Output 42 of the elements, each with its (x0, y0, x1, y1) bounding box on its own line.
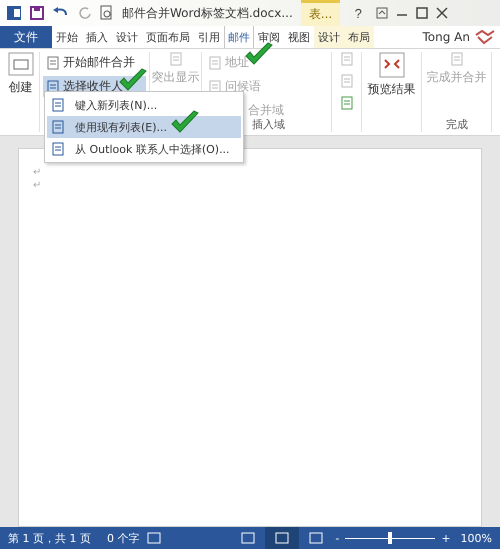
word-logo-icon[interactable] (6, 5, 22, 21)
menu-item[interactable]: 键入新列表(N)... (47, 94, 241, 116)
ribbon-display-icon[interactable] (376, 7, 388, 19)
preview-results-icon (378, 52, 404, 78)
contextual-tab-title: 表... (300, 0, 340, 26)
window-title: 邮件合并Word标签文档.docx... (122, 4, 293, 22)
document-icon (208, 56, 222, 70)
zoom-level[interactable]: 100% (452, 532, 500, 544)
zoom-in-button[interactable]: + (439, 532, 453, 544)
ribbon-tab[interactable]: 邮件 (224, 26, 254, 48)
user-name[interactable]: Tong An (422, 30, 474, 44)
view-button[interactable] (265, 527, 300, 549)
close-icon[interactable] (436, 7, 448, 19)
print-preview-icon[interactable] (100, 5, 114, 21)
ribbon-tab[interactable]: 设计 (314, 26, 344, 48)
group-label: 插入域 (252, 117, 285, 132)
page-count[interactable]: 第 1 页，共 1 页 (0, 530, 99, 546)
list-icon (51, 98, 65, 112)
document-icon (168, 52, 182, 66)
save-icon[interactable] (30, 6, 44, 20)
help-button[interactable]: ? (348, 4, 368, 22)
page-view-icon (241, 532, 256, 544)
document-icon (450, 52, 464, 66)
page-view-icon (275, 532, 290, 544)
paragraph-mark: ↵ (33, 167, 42, 178)
group-label: 完成 (446, 117, 468, 132)
zoom-out-button[interactable]: - (333, 532, 342, 544)
create-button[interactable]: 创建 (8, 79, 32, 96)
preview-results-button[interactable]: 预览结果 (368, 81, 416, 98)
menu-item[interactable]: 从 Outlook 联系人中选择(O)... (47, 138, 241, 160)
document-icon (46, 56, 60, 70)
page-view-icon (309, 532, 324, 544)
list-icon (51, 142, 65, 156)
menu-item[interactable]: 使用现有列表(E)... (47, 116, 241, 138)
paragraph-mark: ↵ (33, 180, 42, 191)
file-tab[interactable]: 文件 (0, 26, 52, 48)
word-count[interactable]: 0 个字 (98, 530, 148, 546)
ribbon-tab[interactable]: 布局 (344, 26, 374, 48)
zoom-slider-thumb[interactable] (388, 532, 392, 544)
list-icon (51, 120, 65, 134)
maximize-icon[interactable] (416, 7, 428, 19)
start-mail-merge-button[interactable]: 开始邮件合并 (43, 52, 146, 73)
